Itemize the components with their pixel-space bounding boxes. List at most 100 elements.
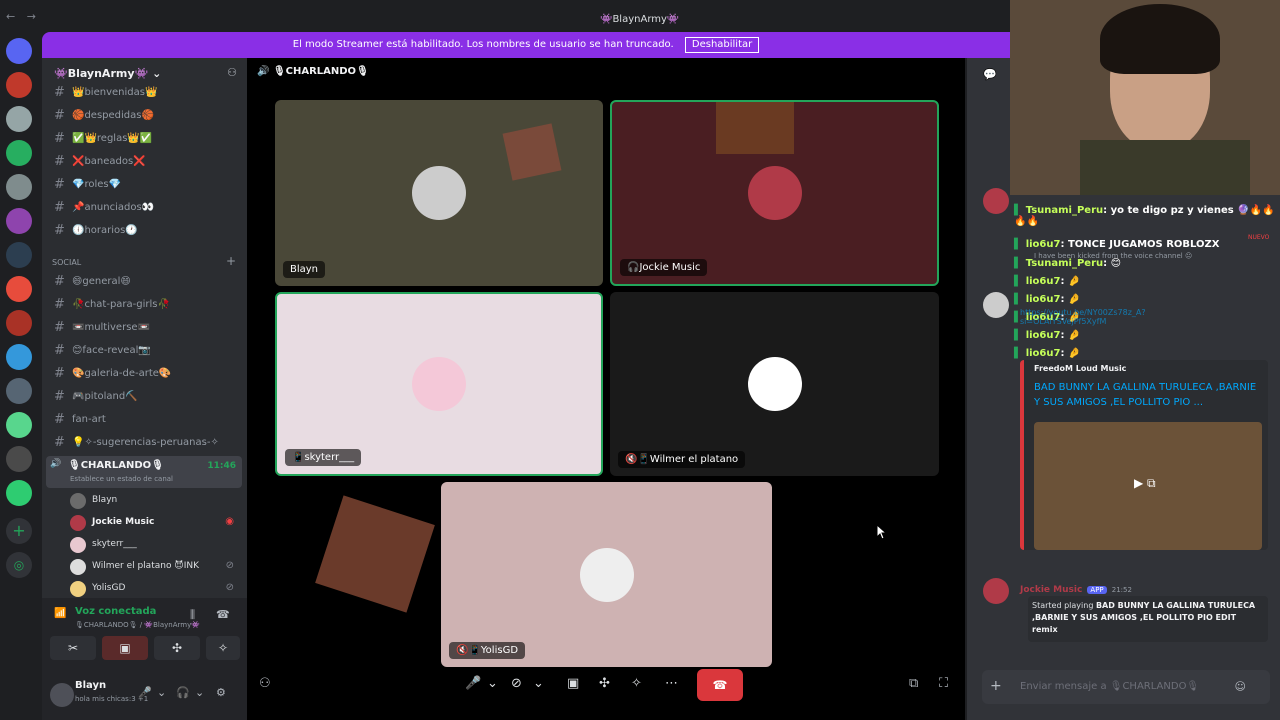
add-channel-icon[interactable]: +: [226, 254, 236, 268]
disconnect-icon[interactable]: ☎: [216, 608, 230, 621]
participant-tile-skyterr[interactable]: 📱skyterr___: [275, 292, 603, 476]
channel-item[interactable]: # ✅👑reglas👑✅: [50, 129, 240, 149]
message-input[interactable]: + Enviar mensaje a 🎙CHARLANDO🎙 ☺: [982, 670, 1270, 704]
camera-off-button[interactable]: ✂: [50, 636, 96, 660]
disconnect-button[interactable]: ☎: [697, 669, 743, 701]
participant-tile-yolis[interactable]: 🔇📱YolisGD: [441, 482, 772, 667]
server-icon[interactable]: [6, 242, 32, 268]
server-icon[interactable]: [6, 208, 32, 234]
add-member-icon[interactable]: ⚇: [227, 66, 237, 79]
server-icon[interactable]: [6, 174, 32, 200]
voice-user[interactable]: Blayn: [70, 490, 240, 510]
avatar: [579, 547, 634, 602]
server-icon[interactable]: [6, 480, 32, 506]
speaker-icon: 🔊: [50, 459, 62, 469]
bot-message-body: Started playing BAD BUNNY LA GALLINA TUR…: [1028, 596, 1268, 642]
voice-connected-label[interactable]: Voz conectada: [75, 606, 156, 617]
soundboard-button[interactable]: ✧: [206, 636, 240, 660]
channel-item[interactable]: # 😊face-reveal📷: [50, 341, 240, 361]
noise-icon[interactable]: ⫼: [190, 608, 195, 622]
channel-item[interactable]: # 🎨galeria-de-arte🎨: [50, 364, 240, 384]
category-social[interactable]: SOCIAL: [52, 258, 81, 267]
chevron-down-icon[interactable]: ⌄: [157, 686, 166, 699]
channel-item[interactable]: # ❌baneados❌: [50, 152, 240, 172]
voice-channel-status[interactable]: Establece un estado de canal: [70, 475, 173, 483]
bot-name[interactable]: Jockie Music: [1020, 585, 1082, 595]
server-icon[interactable]: [6, 140, 32, 166]
channel-item[interactable]: # 🕕horarios🕐: [50, 221, 240, 241]
popout-icon[interactable]: ⧉: [909, 676, 918, 691]
explore-icon[interactable]: ◎: [6, 552, 32, 578]
screen-share-icon[interactable]: ▣: [567, 676, 579, 691]
voice-channel-time: 11:46: [207, 461, 236, 471]
invite-icon[interactable]: ⚇: [259, 676, 271, 691]
channel-item[interactable]: # 💎roles💎: [50, 175, 240, 195]
channel-item[interactable]: # 🥀chat-para-girls🥀: [50, 295, 240, 315]
channel-item[interactable]: # 🏀despedidas🏀: [50, 106, 240, 126]
channel-item[interactable]: # 🎮pitoland⛏️: [50, 387, 240, 407]
chevron-down-icon[interactable]: ⌄: [533, 676, 544, 691]
embed-provider[interactable]: FreedoM Loud Music: [1034, 364, 1126, 373]
banner-text: El modo Streamer está habilitado. Los no…: [292, 39, 674, 50]
screen-share-button[interactable]: ▣: [102, 636, 148, 660]
activities-button[interactable]: ✣: [154, 636, 200, 660]
headphones-icon[interactable]: 🎧: [176, 686, 190, 699]
participant-label: Blayn: [283, 261, 326, 278]
chat-icon[interactable]: 💬: [983, 68, 997, 81]
voice-user[interactable]: Jockie Music ◉: [70, 512, 240, 532]
channel-item[interactable]: # 📌anunciados👀: [50, 198, 240, 218]
discord-home-icon[interactable]: [6, 38, 32, 64]
disable-button[interactable]: Deshabilitar: [684, 37, 760, 53]
chevron-down-icon[interactable]: ⌄: [195, 686, 204, 699]
emoji-icon[interactable]: ☺: [1235, 680, 1246, 693]
participant-tile-wilmer[interactable]: 🔇📱Wilmer el platano: [610, 292, 939, 476]
activities-icon[interactable]: ✣: [599, 676, 610, 691]
channel-item[interactable]: # fan-art: [50, 410, 240, 430]
channel-item[interactable]: # 📼multiverse📼: [50, 318, 240, 338]
hash-icon: #: [54, 389, 65, 404]
hash-icon: #: [54, 200, 65, 215]
channel-item[interactable]: # 😄general😄: [50, 272, 240, 292]
voice-user[interactable]: skyterr___: [70, 534, 240, 554]
voice-user[interactable]: Wilmer el platano 😈INK ⊘: [70, 556, 240, 576]
microphone-icon[interactable]: 🎤: [138, 686, 152, 699]
fullscreen-icon[interactable]: ⛶: [939, 676, 948, 691]
server-icon[interactable]: [6, 378, 32, 404]
embed-title[interactable]: BAD BUNNY LA GALLINA TURULECA ,BARNIE Y …: [1034, 380, 1264, 410]
server-icon[interactable]: [6, 310, 32, 336]
nav-arrows[interactable]: ← →: [6, 10, 40, 23]
microphone-icon[interactable]: 🎤: [465, 676, 481, 691]
add-server-icon[interactable]: +: [6, 518, 32, 544]
channel-item[interactable]: # 💡✧-sugerencias-peruanas-✧: [50, 433, 240, 453]
camera-off-icon[interactable]: ⊘: [511, 676, 522, 691]
server-icon[interactable]: [6, 276, 32, 302]
overlay-chat-line: ▌ lio6u7: 🤌: [1014, 294, 1081, 305]
overlay-chat-line: ▌ lio6u7: TONCE JUGAMOS ROBLOZX: [1014, 239, 1220, 250]
participant-tile-blayn[interactable]: Blayn: [275, 100, 603, 286]
server-icon[interactable]: [6, 412, 32, 438]
server-icon[interactable]: [6, 344, 32, 370]
server-icon[interactable]: [6, 106, 32, 132]
participant-tile-jockie[interactable]: 🎧Jockie Music: [610, 100, 939, 286]
avatar[interactable]: [50, 683, 74, 707]
voice-channel-active[interactable]: 🔊 🎙CHARLANDO🎙 11:46 Establece un estado …: [46, 456, 242, 488]
hash-icon: #: [54, 177, 65, 192]
voice-user[interactable]: YolisGD ⊘: [70, 578, 240, 598]
voice-stage: 🔊 🎙CHARLANDO🎙 Blayn 🎧Jockie Music 📱skyte…: [247, 58, 965, 720]
faded-link[interactable]: https://youtu.be/NY00Zs78z_A?si=OLAiYSVe…: [1020, 308, 1200, 326]
play-icon[interactable]: ▶ ⧉: [1134, 476, 1156, 491]
participant-label: 🔇📱Wilmer el platano: [618, 451, 746, 468]
server-icon[interactable]: [6, 446, 32, 472]
gear-icon[interactable]: ⚙: [216, 686, 226, 699]
more-icon[interactable]: ⋯: [665, 676, 678, 691]
add-attachment-icon[interactable]: +: [990, 678, 1002, 694]
sticker: [716, 102, 794, 154]
chat-bullet-icon: ▌: [1014, 258, 1022, 269]
hash-icon: #: [54, 297, 65, 312]
channel-item[interactable]: # 👑bienvenidas👑: [50, 83, 240, 103]
video-thumbnail[interactable]: ▶ ⧉: [1034, 422, 1262, 550]
server-icon[interactable]: [6, 72, 32, 98]
chevron-down-icon[interactable]: ⌄: [487, 676, 498, 691]
mic-muted-icon: ⊘: [225, 582, 234, 593]
soundboard-icon[interactable]: ✧: [631, 676, 642, 691]
